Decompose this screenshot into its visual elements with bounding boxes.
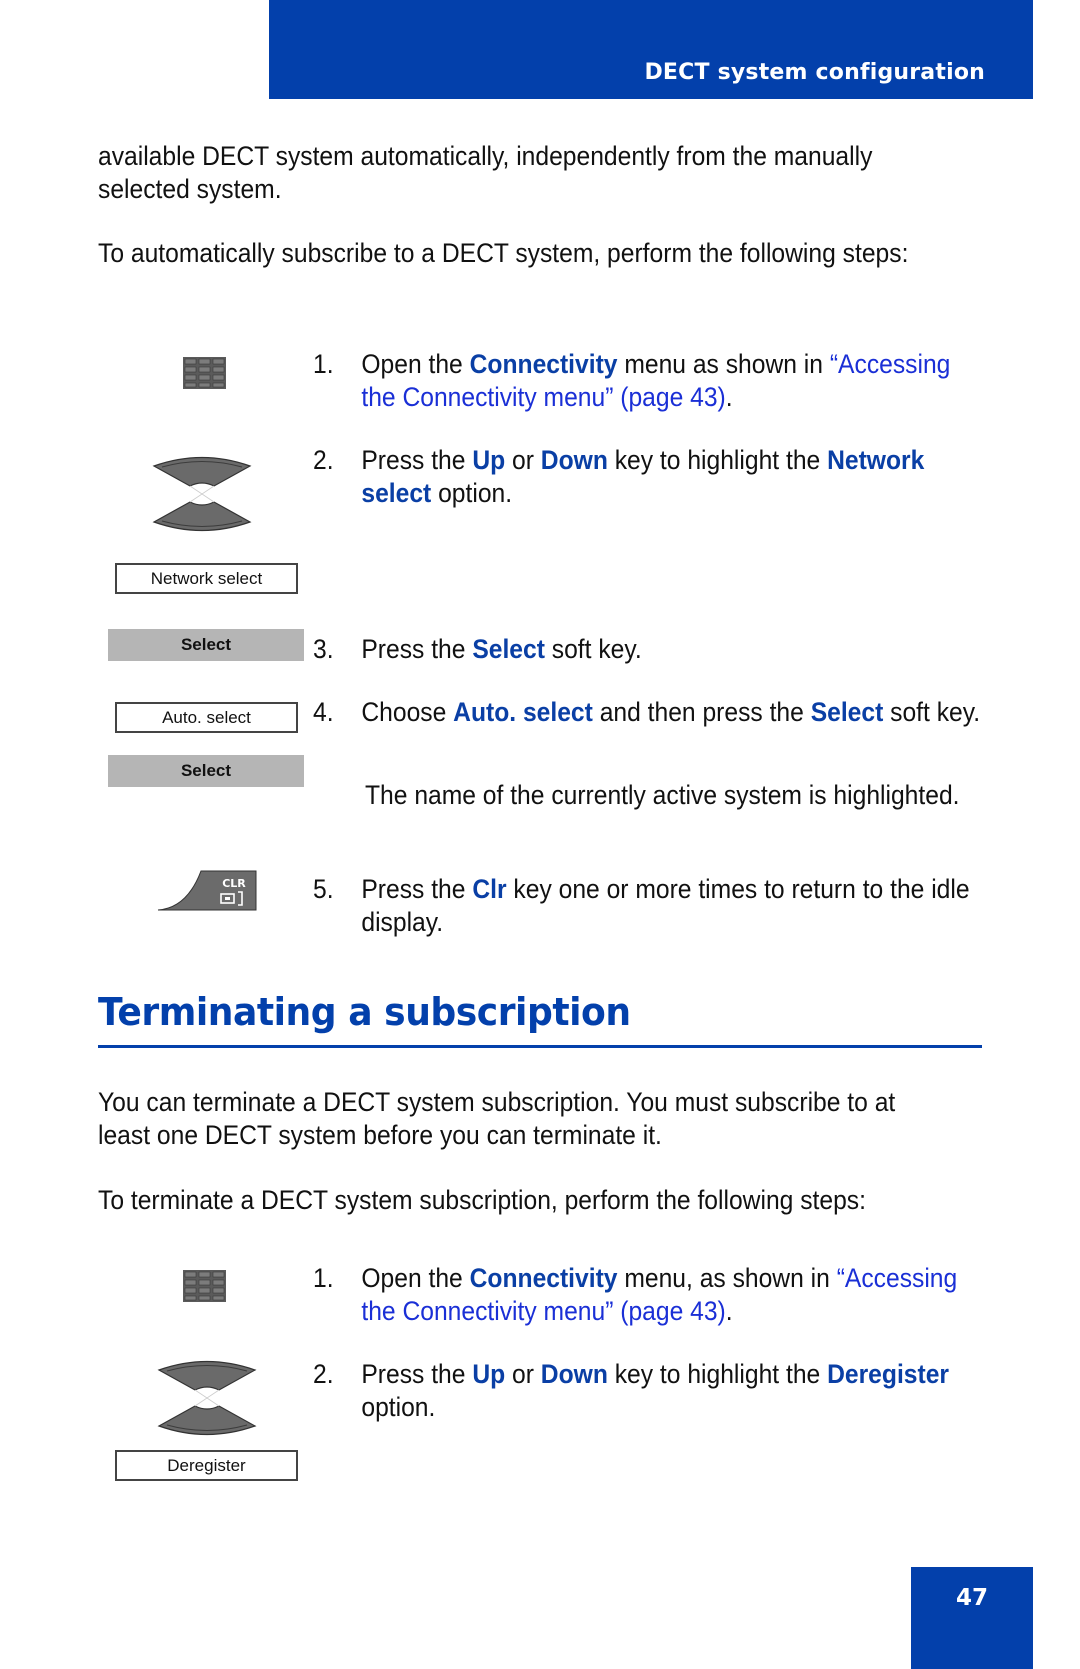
- display-network-select: Network select: [115, 563, 298, 594]
- intro-paragraph: available DECT system automatically, ind…: [98, 141, 873, 204]
- up-down-nav-key-icon: [152, 456, 252, 532]
- step-5: 5. Press the Clr key one or more times t…: [313, 874, 970, 937]
- keyword-auto-select: Auto. select: [453, 697, 593, 727]
- section-instructions: To terminate a DECT system subscription,…: [98, 1185, 866, 1215]
- page-number-box: 47: [911, 1567, 1033, 1669]
- section-heading: Terminating a subscription: [98, 990, 631, 1034]
- heading-underline: [98, 1045, 982, 1048]
- clr-key-label: CLR: [222, 877, 246, 890]
- section-paragraph: You can terminate a DECT system subscrip…: [98, 1087, 896, 1150]
- header-bar: DECT system configuration: [269, 0, 1033, 99]
- select-softkey-icon: Select: [108, 629, 304, 661]
- keyword-up: Up: [472, 1359, 506, 1389]
- step-4: 4. Choose Auto. select and then press th…: [313, 697, 981, 727]
- page-number: 47: [955, 1585, 988, 1611]
- keyword-connectivity: Connectivity: [469, 1263, 618, 1293]
- terminate-step-2: 2. Press the Up or Down key to highlight…: [313, 1359, 950, 1422]
- keyword-up: Up: [472, 445, 506, 475]
- step-4-note: The name of the currently active system …: [365, 780, 960, 810]
- keyword-select: Select: [810, 697, 884, 727]
- keyword-connectivity: Connectivity: [469, 349, 618, 379]
- up-down-nav-key-icon: [157, 1360, 257, 1436]
- keypad-icon: [183, 357, 226, 389]
- keyword-down: Down: [540, 1359, 608, 1389]
- keyword-down: Down: [540, 445, 608, 475]
- step-1: 1. Open the Connectivity menu as shown i…: [313, 349, 951, 412]
- step-2: 2. Press the Up or Down key to highlight…: [313, 445, 925, 508]
- section-title: DECT system configuration: [644, 60, 985, 85]
- terminate-step-1: 1. Open the Connectivity menu, as shown …: [313, 1263, 958, 1326]
- keyword-clr: Clr: [472, 874, 507, 904]
- keyword-select: Select: [472, 634, 545, 664]
- step-3: 3. Press the Select soft key.: [313, 634, 642, 664]
- keypad-icon: [183, 1270, 226, 1302]
- display-auto-select: Auto. select: [115, 702, 298, 733]
- clr-key-icon: CLR: [157, 870, 257, 911]
- select-softkey-icon: Select: [108, 755, 304, 787]
- intro-instructions: To automatically subscribe to a DECT sys…: [98, 238, 909, 268]
- display-deregister: Deregister: [115, 1450, 298, 1481]
- keyword-deregister: Deregister: [827, 1359, 950, 1389]
